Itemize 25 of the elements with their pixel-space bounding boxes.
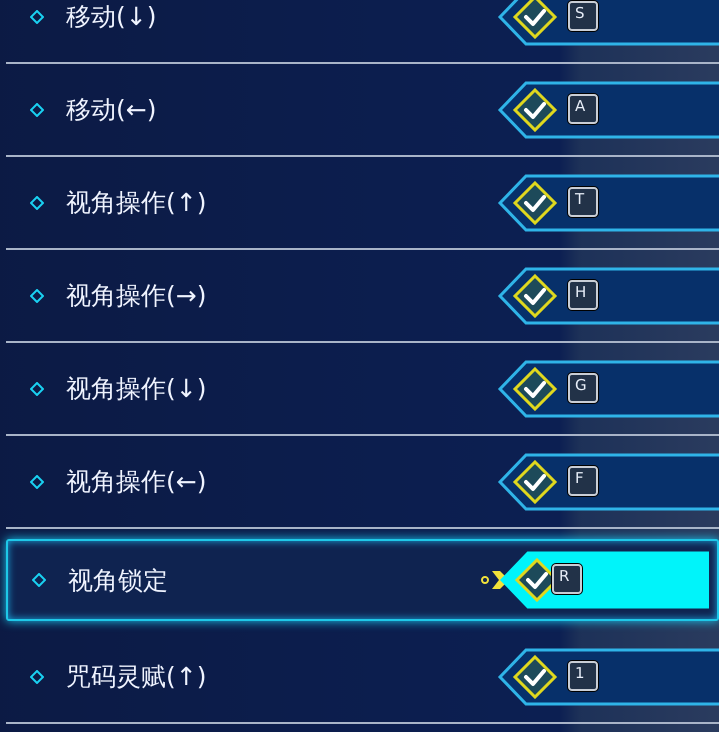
diamond-icon: [30, 102, 44, 116]
key-cap: A: [568, 94, 598, 124]
key-cap: T: [568, 186, 598, 216]
diamond-icon: [30, 196, 44, 210]
diamond-icon: [32, 573, 46, 587]
action-label: 视角锁定: [68, 564, 168, 596]
key-cap: R: [552, 564, 582, 594]
diamond-icon: [30, 670, 44, 684]
action-label: 视角操作(→): [66, 280, 206, 312]
key-cap: H: [568, 280, 598, 310]
action-label: 视角操作(↓): [66, 373, 206, 405]
action-label: 视角操作(←): [66, 466, 206, 498]
action-label: 咒码灵赋(↑): [66, 661, 206, 693]
diamond-icon: [30, 474, 44, 488]
diamond-icon: [30, 288, 44, 302]
key-cap: G: [568, 372, 598, 402]
action-label: 移动(←): [66, 94, 156, 126]
action-label: 移动(↓): [66, 1, 156, 33]
key-cap: S: [568, 0, 598, 30]
check-icon: [510, 0, 560, 42]
key-cap: 1: [568, 660, 598, 690]
key-cap: F: [568, 466, 598, 496]
diamond-icon: [30, 382, 44, 396]
action-label: 视角操作(↑): [66, 187, 206, 219]
diamond-icon: [30, 10, 44, 24]
